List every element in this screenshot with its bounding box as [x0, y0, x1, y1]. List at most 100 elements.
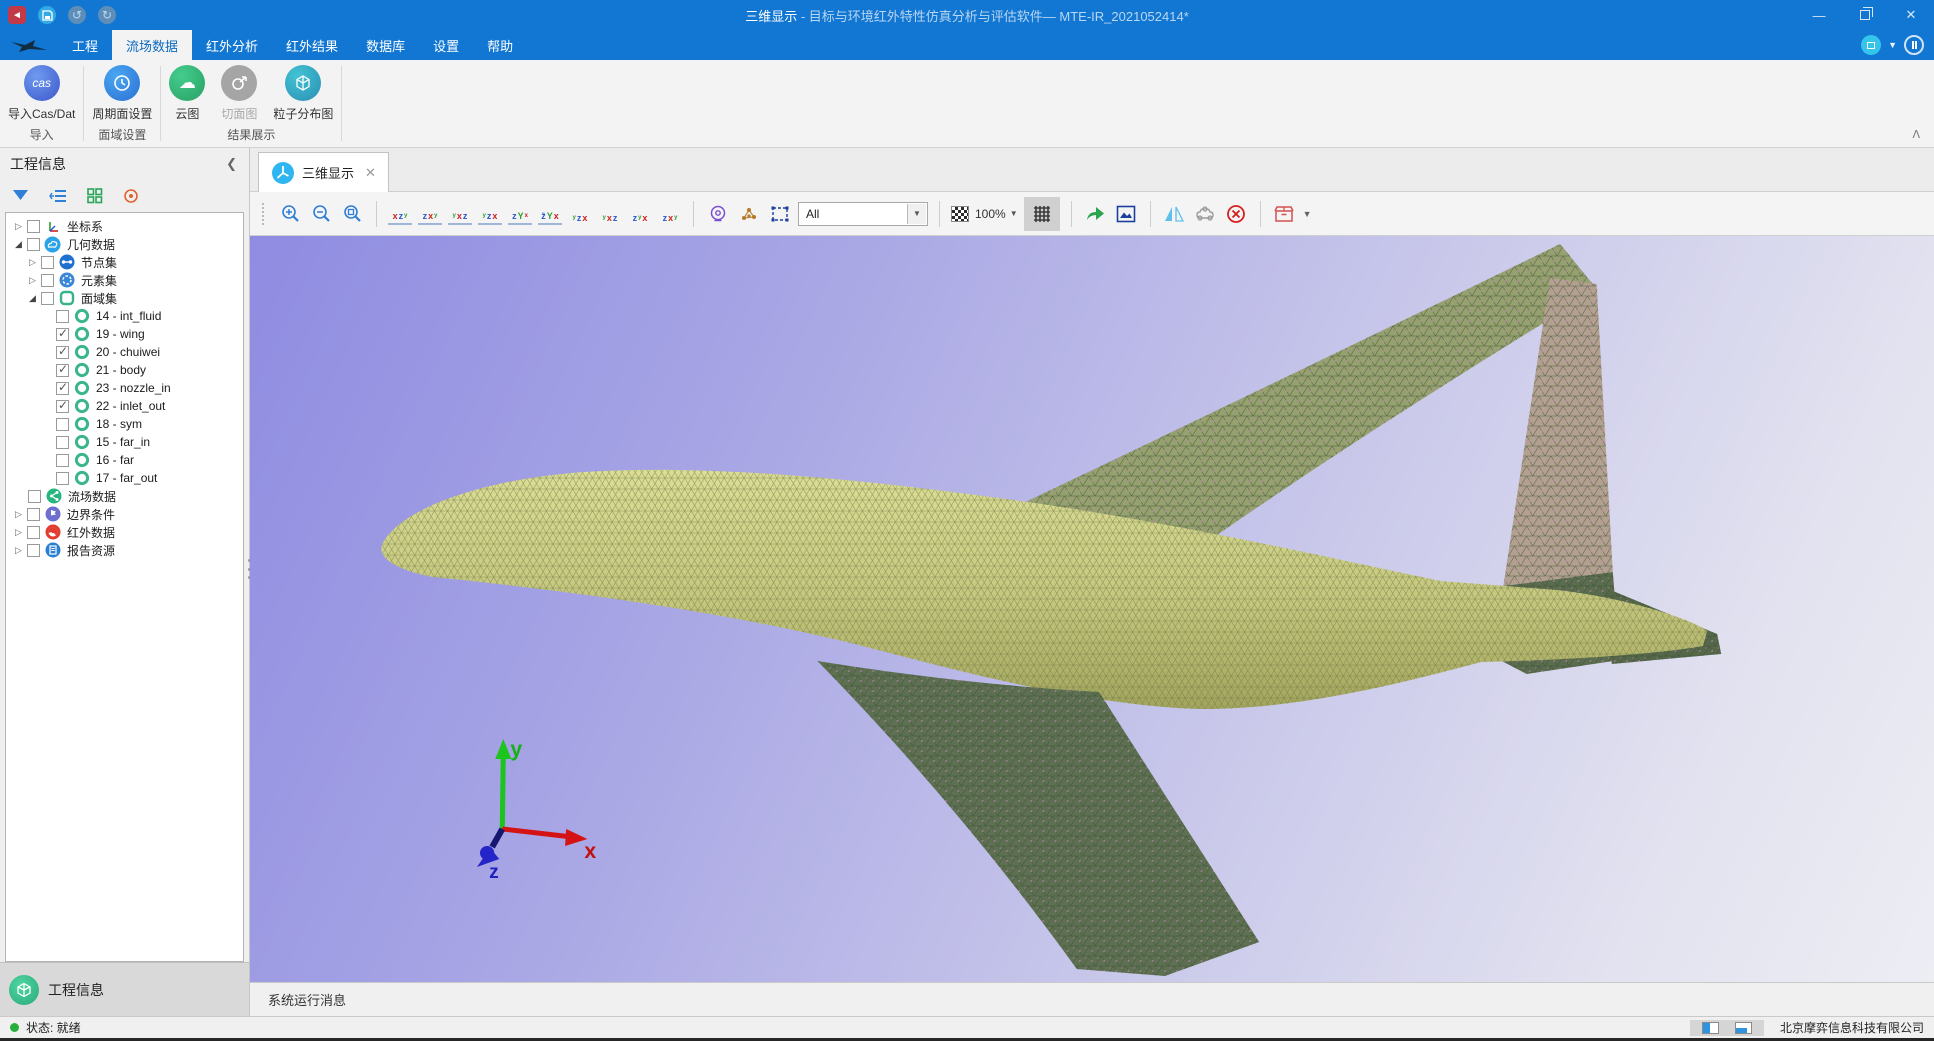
tree-checkbox[interactable] — [56, 400, 69, 413]
view-iso-3-icon[interactable]: zʸx — [628, 203, 652, 225]
panel-collapse-icon[interactable]: ❮ — [226, 156, 237, 172]
tab-3d-display[interactable]: 三维显示 ✕ — [258, 152, 389, 192]
camera-icon[interactable] — [705, 201, 730, 226]
tree-row-face[interactable]: 18 - sym — [6, 415, 243, 433]
tree-checkbox[interactable] — [56, 346, 69, 359]
tree-row-ir-data[interactable]: ▷ 红外数据 — [6, 523, 243, 541]
tree-checkbox[interactable] — [28, 490, 41, 503]
package-chevron-icon[interactable]: ▼ — [1303, 209, 1312, 219]
tree-row-face[interactable]: 16 - far — [6, 451, 243, 469]
tree-checkbox[interactable] — [56, 364, 69, 377]
remove-icon[interactable] — [1224, 201, 1249, 226]
tree-row-report-resources[interactable]: ▷ 报告资源 — [6, 541, 243, 559]
tree-row-face[interactable]: 22 - inlet_out — [6, 397, 243, 415]
expander-icon[interactable]: ◢ — [26, 293, 39, 304]
assistant-icon[interactable] — [1861, 35, 1881, 55]
smooth-mesh-icon[interactable] — [1193, 201, 1218, 226]
view-top-icon[interactable]: zYˣ — [508, 203, 532, 225]
tree-row-boundary-conditions[interactable]: ▷ 边界条件 — [6, 505, 243, 523]
combo-dropdown-icon[interactable]: ▼ — [907, 204, 926, 224]
view-back-icon[interactable]: zxʸ — [418, 203, 442, 225]
tree-row-face[interactable]: 17 - far_out — [6, 469, 243, 487]
tree-row-face[interactable]: 20 - chuiwei — [6, 343, 243, 361]
zoom-out-icon[interactable] — [309, 201, 334, 226]
maximize-button[interactable] — [1842, 0, 1888, 30]
tree-row-face[interactable]: 15 - far_in — [6, 433, 243, 451]
tree-checkbox[interactable] — [56, 454, 69, 467]
tree-row-face-set[interactable]: ◢ 面域集 — [6, 289, 243, 307]
tree-checkbox[interactable] — [27, 238, 40, 251]
toolbar-grip[interactable] — [262, 203, 268, 225]
close-button[interactable]: ✕ — [1888, 0, 1934, 30]
tab-close-icon[interactable]: ✕ — [365, 165, 376, 181]
period-face-settings-button[interactable]: 周期面设置 — [92, 62, 152, 122]
menu-ir-results[interactable]: 红外结果 — [272, 30, 352, 60]
menu-flowfield-data[interactable]: 流场数据 — [112, 30, 192, 60]
particle-nodes-icon[interactable] — [736, 201, 761, 226]
layout-bottom-panel-icon[interactable] — [1735, 1022, 1752, 1034]
list-icon[interactable] — [49, 189, 67, 203]
tree-checkbox[interactable] — [27, 544, 40, 557]
ribbon-collapse-icon[interactable]: ᐱ — [1912, 128, 1920, 141]
tree-checkbox[interactable] — [27, 526, 40, 539]
redo-icon[interactable]: ↻ — [98, 6, 116, 24]
tree-row-node-set[interactable]: ▷ 节点集 — [6, 253, 243, 271]
view-iso-4-icon[interactable]: zxʸ — [658, 203, 682, 225]
expander-icon[interactable]: ▷ — [26, 275, 39, 286]
expander-icon[interactable]: ▷ — [12, 545, 25, 556]
undo-icon[interactable]: ↺ — [68, 6, 86, 24]
package-save-icon[interactable] — [1272, 201, 1297, 226]
tree-row-face[interactable]: 14 - int_fluid — [6, 307, 243, 325]
view-front-icon[interactable]: xzʸ — [388, 203, 412, 225]
save-icon[interactable] — [38, 6, 56, 24]
tree-row-face[interactable]: 19 - wing — [6, 325, 243, 343]
menu-database[interactable]: 数据库 — [352, 30, 419, 60]
minimize-button[interactable]: — — [1796, 0, 1842, 30]
viewport-3d[interactable]: y x z — [250, 236, 1934, 982]
mesh-toggle-button[interactable] — [1024, 197, 1060, 231]
expander-icon[interactable]: ▷ — [12, 221, 25, 232]
tree-row-flowfield-data[interactable]: 流场数据 — [6, 487, 243, 505]
menu-settings[interactable]: 设置 — [419, 30, 473, 60]
export-arrow-icon[interactable] — [1083, 201, 1108, 226]
view-bottom-icon[interactable]: z̄Yx — [538, 203, 562, 225]
particle-distribution-button[interactable]: 粒子分布图 — [273, 62, 333, 122]
tree-checkbox[interactable] — [56, 310, 69, 323]
tree-row-coordinate-system[interactable]: ▷ 坐标系 — [6, 217, 243, 235]
tree-row-geometry-data[interactable]: ◢ 几何数据 — [6, 235, 243, 253]
select-rect-icon[interactable] — [767, 201, 792, 226]
view-iso-1-icon[interactable]: ʸzx — [568, 203, 592, 225]
menu-help[interactable]: 帮助 — [473, 30, 527, 60]
tree-checkbox[interactable] — [56, 382, 69, 395]
tree-row-element-set[interactable]: ▷ 元素集 — [6, 271, 243, 289]
mirror-icon[interactable] — [1162, 201, 1187, 226]
menu-project[interactable]: 工程 — [58, 30, 112, 60]
tree-checkbox[interactable] — [27, 508, 40, 521]
locate-target-icon[interactable] — [123, 188, 139, 204]
display-filter-select[interactable]: All ▼ — [798, 202, 928, 226]
expander-icon[interactable]: ◢ — [12, 239, 25, 250]
tree-row-face[interactable]: 21 - body — [6, 361, 243, 379]
grid-icon[interactable] — [87, 188, 103, 204]
tree-checkbox[interactable] — [41, 256, 54, 269]
tree-checkbox[interactable] — [41, 292, 54, 305]
tree-checkbox[interactable] — [56, 436, 69, 449]
tree-checkbox[interactable] — [56, 472, 69, 485]
expander-icon[interactable]: ▷ — [26, 257, 39, 268]
tree-row-face[interactable]: 23 - nozzle_in — [6, 379, 243, 397]
menu-ir-analysis[interactable]: 红外分析 — [192, 30, 272, 60]
view-iso-2-icon[interactable]: ʸxz — [598, 203, 622, 225]
panel-bottom-bar[interactable]: 工程信息 — [0, 962, 249, 1016]
view-right-icon[interactable]: ʸzx — [478, 203, 502, 225]
view-left-icon[interactable]: ʸxz — [448, 203, 472, 225]
tree-checkbox[interactable] — [56, 328, 69, 341]
transparency-icon[interactable] — [951, 206, 969, 222]
zoom-fit-icon[interactable] — [340, 201, 365, 226]
expander-icon[interactable]: ▷ — [12, 527, 25, 538]
snapshot-icon[interactable] — [1114, 201, 1139, 226]
tree-checkbox[interactable] — [27, 220, 40, 233]
tree-checkbox[interactable] — [56, 418, 69, 431]
tree-checkbox[interactable] — [41, 274, 54, 287]
import-cas-dat-button[interactable]: cas 导入Cas/Dat — [8, 62, 75, 122]
titlebar-dropdown-chevron-icon[interactable]: ▼ — [1888, 40, 1897, 50]
